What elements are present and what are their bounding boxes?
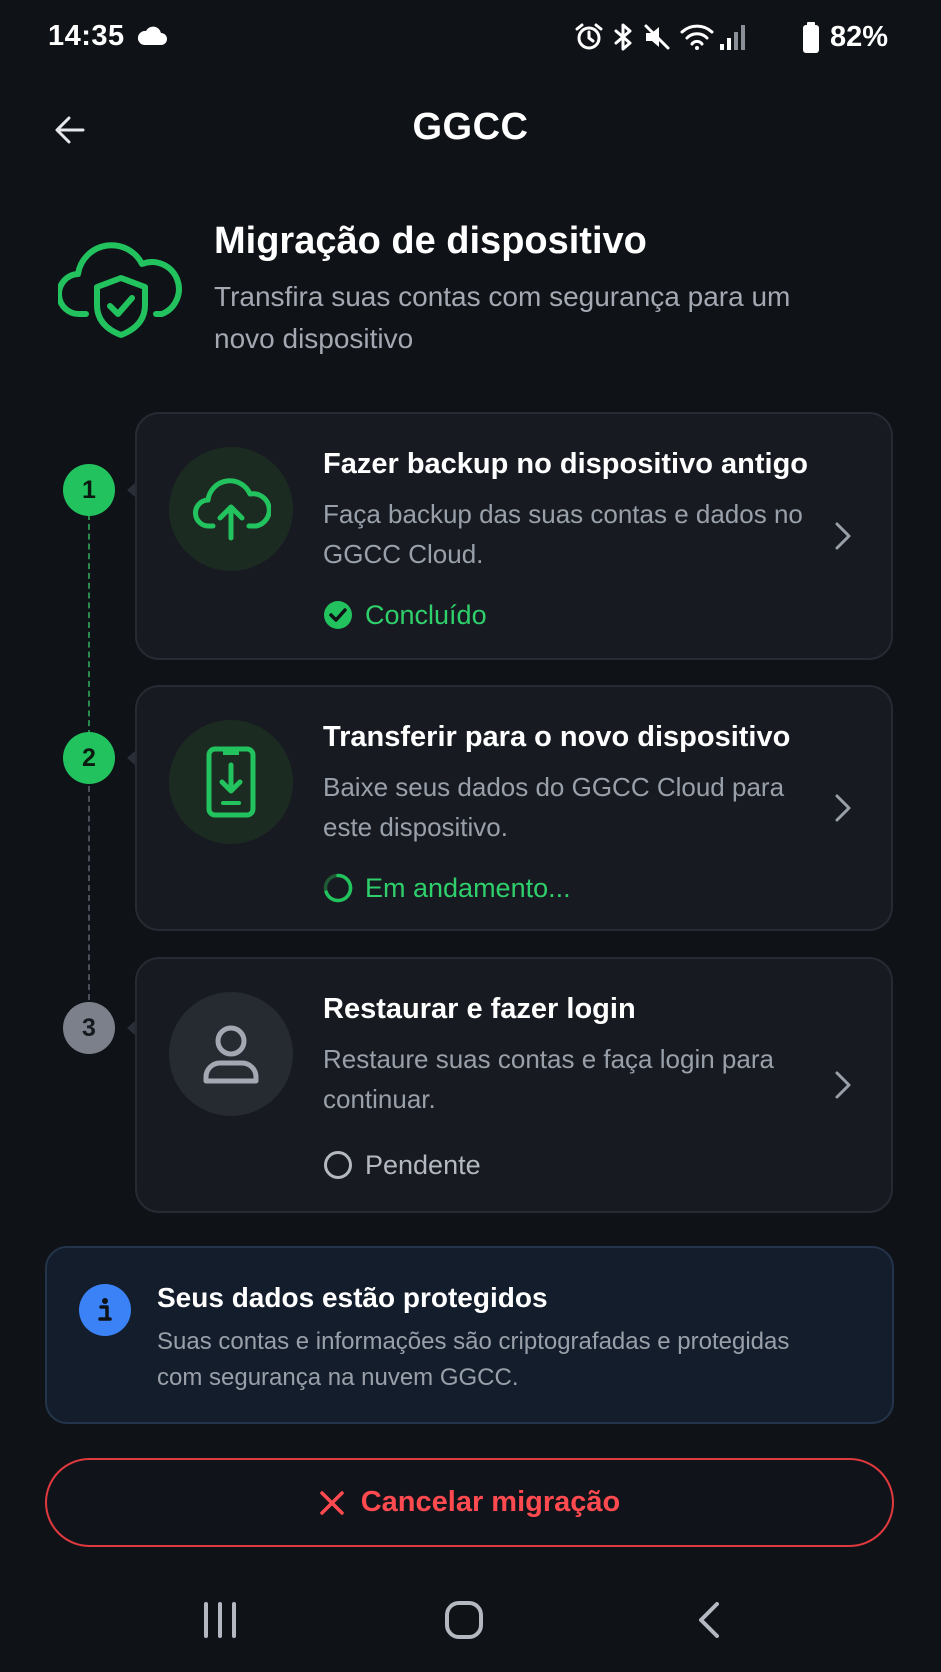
info-text: Suas contas e informações são criptograf… — [157, 1328, 790, 1391]
step-title: Restaurar e fazer login — [323, 993, 636, 1025]
chevron-right-icon — [825, 518, 861, 554]
close-icon — [319, 1490, 344, 1515]
wifi-icon — [680, 24, 714, 50]
phone-download-icon — [206, 746, 256, 818]
check-circle-icon — [324, 601, 352, 629]
progress-spinner-icon — [323, 873, 353, 903]
page-subtitle: Transfira suas contas com segurança para… — [214, 281, 791, 354]
info-icon — [79, 1284, 131, 1336]
page-title: Migração de dispositivo — [214, 220, 647, 262]
step-card-transfer[interactable]: Transferir para o novo dispositivo Baixe… — [135, 685, 893, 931]
cloud-shield-check-icon — [58, 242, 182, 338]
step-card-restore[interactable]: Restaurar e fazer login Restaure suas co… — [135, 957, 893, 1213]
home-icon — [445, 1601, 483, 1639]
empty-circle-icon — [324, 1151, 352, 1179]
timeline-connector — [88, 514, 90, 736]
step-description: Restaure suas contas e faça login para c… — [323, 1044, 774, 1114]
user-icon — [203, 1025, 259, 1084]
nav-back-button[interactable] — [660, 1580, 760, 1660]
step-card-backup[interactable]: Fazer backup no dispositivo antigo Faça … — [135, 412, 893, 660]
step-status-label: Concluído — [365, 599, 487, 630]
system-nav-bar — [0, 1580, 941, 1672]
app-bar: GGCC — [0, 90, 941, 170]
info-box: Seus dados estão protegidos Suas contas … — [45, 1246, 894, 1424]
step-number-2: 2 — [63, 732, 115, 784]
home-button[interactable] — [414, 1580, 514, 1660]
bluetooth-icon — [614, 23, 632, 51]
recent-apps-button[interactable] — [170, 1580, 270, 1660]
nav-back-icon — [699, 1602, 719, 1638]
cloud-upload-icon — [193, 478, 271, 541]
battery-icon — [803, 22, 819, 53]
recent-apps-icon — [204, 1602, 236, 1638]
step-description: Faça backup das suas contas e dados no G… — [323, 499, 803, 569]
step-status-label: Pendente — [365, 1149, 481, 1180]
step-status-label: Em andamento... — [365, 872, 571, 903]
step-status: Pendente — [323, 1148, 481, 1182]
step-title: Transferir para o novo dispositivo — [323, 721, 791, 753]
chevron-right-icon — [825, 1067, 861, 1103]
signal-icon — [720, 25, 745, 50]
app-title: GGCC — [412, 106, 529, 148]
battery-percent: 82% — [829, 21, 888, 53]
mute-icon — [644, 24, 670, 50]
status-bar: 14:35 82% — [0, 0, 941, 80]
timeline-connector — [88, 786, 90, 1000]
step-title: Fazer backup no dispositivo antigo — [323, 448, 808, 480]
info-title: Seus dados estão protegidos — [157, 1282, 548, 1313]
cancel-button-label: Cancelar migração — [360, 1486, 621, 1518]
step-status: Em andamento... — [323, 871, 571, 905]
step-description: Baixe seus dados do GGCC Cloud para este… — [323, 772, 785, 842]
alarm-icon — [575, 23, 603, 50]
step-number-3: 3 — [63, 1002, 115, 1054]
step-number-1: 1 — [63, 464, 115, 516]
cancel-migration-button[interactable]: Cancelar migração — [45, 1458, 894, 1547]
step-status: Concluído — [323, 598, 487, 632]
chevron-right-icon — [825, 790, 861, 826]
